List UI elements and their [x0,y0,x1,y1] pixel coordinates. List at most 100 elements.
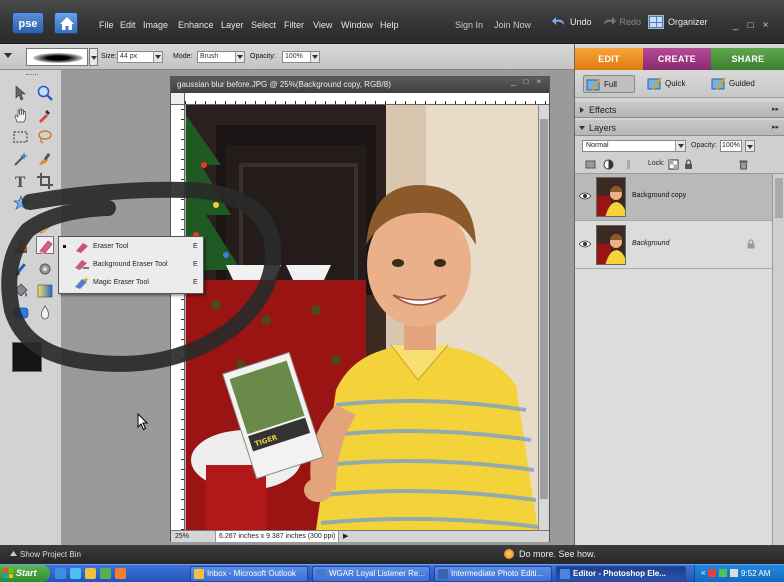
task-outlook[interactable]: Inbox - Microsoft Outlook [190,566,308,582]
undo-button[interactable]: Undo [570,17,592,27]
tray-expand-icon[interactable]: « [701,569,705,577]
doc-minimize-button[interactable]: _ [511,77,515,86]
tab-share[interactable]: SHARE [711,48,784,70]
brush-picker-dropdown[interactable] [89,48,98,66]
eye-visibility-icon[interactable] [579,192,591,200]
clock[interactable]: 9:52 AM [741,565,770,582]
tab-edit[interactable]: EDIT [575,48,643,70]
start-button[interactable]: Start [0,565,50,582]
edit-mode-label: Guided [729,79,755,88]
lock-transparency-icon[interactable] [668,159,679,170]
adjustment-layer-icon[interactable] [603,159,614,170]
menu-view[interactable]: View [313,20,332,30]
trash-icon[interactable] [738,159,749,170]
blend-mode-select[interactable]: Normal [582,140,686,152]
redo-button[interactable]: Redo [620,17,642,27]
sign-in-link[interactable]: Sign In [455,20,483,30]
chevron-up-icon[interactable] [10,550,17,557]
zoom-level[interactable]: 25% [175,531,189,542]
menu-select[interactable]: Select [251,20,276,30]
brush-preview[interactable] [26,48,88,66]
chevron-down-icon[interactable] [675,141,685,151]
undo-arrow-icon[interactable] [552,15,566,29]
tray-network-icon[interactable] [719,569,728,577]
tray-volume-icon[interactable] [730,569,739,577]
menu-file[interactable]: File [99,20,114,30]
flyout-eraser-tool[interactable]: Eraser Tool E [59,238,203,256]
move-tool[interactable] [12,84,30,102]
flyout-background-eraser-tool[interactable]: Background Eraser Tool E [59,256,203,274]
folder-icon[interactable] [85,568,96,579]
task-photoshop-editor[interactable]: Editor - Photoshop Ele... [556,566,686,582]
scroll-thumb[interactable] [540,119,548,499]
layer-mask-icon[interactable] [623,159,634,170]
eyedropper-tool[interactable] [36,106,54,124]
tray-shield-icon[interactable] [708,569,717,577]
opacity-field[interactable]: 100% [282,51,320,63]
layers-scrollbar[interactable] [772,174,784,545]
eye-visibility-icon[interactable] [579,240,591,248]
menu-filter[interactable]: Filter [284,20,304,30]
close-button[interactable]: × [763,20,769,31]
hand-tool[interactable] [12,106,30,124]
doc-maximize-button[interactable]: □ [523,77,528,86]
lock-all-icon[interactable] [683,159,694,170]
tool-preset-dropdown-icon[interactable] [4,53,12,58]
maximize-button[interactable]: □ [748,20,754,31]
menu-edit[interactable]: Edit [120,20,136,30]
task-wgar-document[interactable]: WGAR Loyal Listener Re... [312,566,430,582]
minimize-button[interactable]: _ [733,20,739,31]
magic-wand-tool[interactable] [12,150,30,168]
menu-enhance[interactable]: Enhance [178,20,214,30]
show-project-bin-button[interactable]: Show Project Bin [20,550,81,559]
chevron-down-icon[interactable] [153,52,162,62]
zoom-tool[interactable] [36,84,54,102]
home-button[interactable] [54,12,78,34]
organizer-button[interactable]: Organizer [648,15,708,29]
lasso-tool[interactable] [36,128,54,146]
size-field[interactable]: 44 px [117,51,163,63]
mode-select[interactable]: Brush [197,51,245,63]
ie-icon[interactable] [55,568,66,579]
layer-opacity-field[interactable]: 100% [720,140,742,152]
scroll-thumb[interactable] [775,178,783,218]
layer-row-background-copy[interactable]: Background copy [575,174,772,221]
move-arrow-icon [15,85,26,101]
panel-menu-icon[interactable]: ▸▸ [772,102,779,118]
new-layer-icon[interactable] [585,159,596,170]
do-more-link[interactable]: Do more. See how. [504,549,596,559]
info-menu-arrow[interactable]: ▶ [343,531,348,542]
ruler-origin[interactable] [171,93,185,105]
browser-icon[interactable] [70,568,81,579]
layer-opacity-dropdown[interactable] [745,140,755,152]
marquee-tool[interactable] [12,128,30,146]
chevron-down-icon[interactable] [310,52,319,62]
chevron-down-icon[interactable] [235,52,244,62]
menu-layer[interactable]: Layer [221,20,244,30]
selection-brush-tool[interactable] [36,150,54,168]
edit-mode-guided[interactable]: Guided [709,75,769,93]
menu-help[interactable]: Help [380,20,399,30]
task-intermediate-photo[interactable]: Intermediate Photo Editi... [434,566,552,582]
app-icon[interactable] [115,568,126,579]
document-title-bar[interactable]: gaussian blur before.JPG @ 25%(Backgroun… [171,77,549,93]
doc-close-button[interactable]: × [536,77,541,86]
layers-panel-header[interactable]: Layers ▸▸ [575,120,784,136]
edit-mode-quick[interactable]: Quick [645,75,697,93]
media-icon[interactable] [100,568,111,579]
start-label: Start [16,568,37,578]
effects-panel-header[interactable]: Effects ▸▸ [575,102,784,118]
menu-window[interactable]: Window [341,20,373,30]
toolbox-grip[interactable] [26,74,38,76]
tab-create[interactable]: CREATE [643,48,711,70]
horizontal-ruler[interactable] [185,93,549,105]
menu-image[interactable]: Image [143,20,168,30]
panel-menu-icon[interactable]: ▸▸ [772,120,779,136]
join-now-link[interactable]: Join Now [494,20,531,30]
flyout-magic-eraser-tool[interactable]: Magic Eraser Tool E [59,274,203,292]
pse-logo[interactable]: pse [12,12,44,34]
layer-row-background[interactable]: Background [575,222,772,269]
redo-arrow-icon[interactable] [602,15,616,29]
document-vertical-scrollbar[interactable] [538,105,549,530]
edit-mode-full[interactable]: Full [583,75,635,93]
